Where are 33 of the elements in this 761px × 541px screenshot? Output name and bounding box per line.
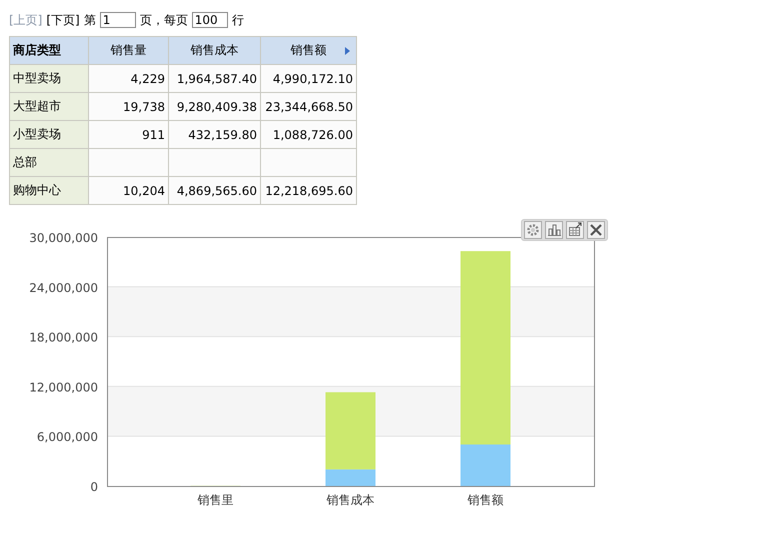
axis-tick-label: 12,000,000	[29, 380, 98, 394]
table-cell: 12,218,695.60	[260, 176, 356, 204]
table-cell: 4,229	[88, 64, 168, 92]
column-header: 销售量	[88, 36, 168, 64]
column-header: 商店类型	[10, 36, 88, 64]
axis-tick-label: 0	[90, 480, 98, 494]
column-header: 销售额	[260, 36, 356, 64]
table-cell: 23,344,668.50	[260, 92, 356, 120]
table-cell: 4,990,172.10	[260, 64, 356, 92]
axis-category-label: 销售额	[468, 493, 504, 507]
table-cell: 1,088,726.00	[260, 120, 356, 148]
table-cell: 4,869,565.60	[168, 176, 260, 204]
table-cell: 432,159.80	[168, 120, 260, 148]
row-header: 大型超市	[10, 92, 88, 120]
axis-category-label: 销售里	[198, 493, 234, 507]
column-header: 销售成本	[168, 36, 260, 64]
axis-tick-label: 24,000,000	[29, 280, 98, 295]
row-header: 中型卖场	[10, 64, 88, 92]
table-cell: 911	[88, 120, 168, 148]
table-cell: 1,964,587.40	[168, 64, 260, 92]
rows-label: 行	[232, 12, 244, 28]
axis-tick-label: 6,000,000	[36, 430, 98, 444]
page-size-label: 页，每页	[140, 12, 188, 28]
axis-tick-label: 18,000,000	[29, 330, 98, 345]
axis-tick-label: 30,000,000	[29, 231, 98, 245]
axis-category-label: 销售成本	[326, 493, 374, 507]
row-header: 总部	[10, 148, 88, 176]
row-header: 购物中心	[10, 176, 88, 204]
table-cell: 19,738	[88, 92, 168, 120]
table-cell: 10,204	[88, 176, 168, 204]
table-cell: 9,280,409.38	[168, 92, 260, 120]
row-header: 小型卖场	[10, 120, 88, 148]
page-label: 第	[84, 12, 96, 28]
